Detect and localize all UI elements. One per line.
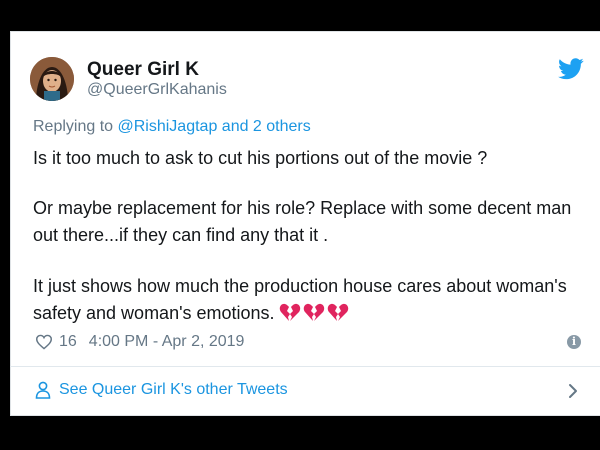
replying-to-line: Replying to @RishiJagtap and 2 others	[33, 118, 311, 136]
broken-heart-icon	[279, 303, 300, 321]
emoji-group	[279, 303, 349, 331]
user-handle[interactable]: @QueerGrlKahanis	[87, 81, 227, 99]
avatar[interactable]	[30, 57, 74, 101]
broken-heart-icon	[303, 303, 324, 321]
heart-outline-icon[interactable]	[35, 334, 53, 350]
chevron-right-icon[interactable]	[566, 382, 580, 400]
broken-heart-icon	[327, 303, 348, 321]
tweet-paragraph-3: It just shows how much the production ho…	[33, 273, 578, 331]
person-icon	[35, 381, 51, 399]
see-other-tweets-link[interactable]: See Queer Girl K's other Tweets	[35, 381, 288, 399]
replying-targets-link[interactable]: @RishiJagtap and 2 others	[118, 118, 311, 135]
tweet-meta: 16 4:00 PM - Apr 2, 2019	[35, 333, 244, 351]
see-other-tweets-label[interactable]: See Queer Girl K's other Tweets	[59, 381, 288, 399]
replying-prefix: Replying to	[33, 118, 118, 135]
twitter-bird-icon[interactable]	[558, 58, 584, 80]
info-icon[interactable]: i	[567, 335, 581, 349]
tweet-paragraph-1: Is it too much to ask to cut his portion…	[33, 148, 488, 168]
avatar-illustration	[30, 57, 74, 101]
like-count[interactable]: 16	[59, 333, 77, 351]
divider	[10, 366, 600, 367]
timestamp[interactable]: 4:00 PM - Apr 2, 2019	[89, 333, 245, 351]
tweet-paragraph-2: Or maybe replacement for his role? Repla…	[33, 198, 572, 245]
display-name[interactable]: Queer Girl K	[87, 59, 199, 81]
